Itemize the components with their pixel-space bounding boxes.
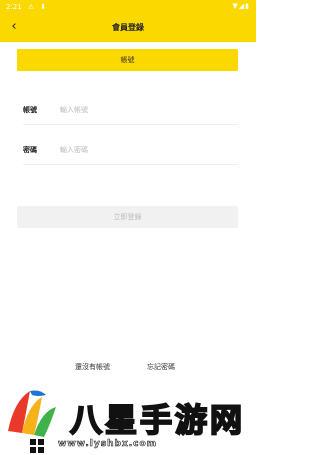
account-label: 帳號	[23, 106, 37, 114]
system-status-icons: ▼◢▮	[232, 2, 250, 10]
divider	[23, 124, 238, 125]
login-button[interactable]: 立即登錄	[17, 206, 238, 228]
password-input[interactable]	[60, 146, 210, 154]
tab-account[interactable]: 帳號	[17, 49, 238, 71]
tab-account-label: 帳號	[120, 56, 135, 64]
watermark-url: www.lyshbx.com	[58, 439, 158, 450]
account-input[interactable]	[60, 106, 210, 114]
password-row: 密碼	[23, 141, 233, 159]
nav-bar: ‹ 會員登錄	[0, 14, 256, 42]
status-time: 2:21	[6, 3, 22, 11]
notification-icons: ⚠ ⬇	[27, 3, 49, 11]
page-title: 會員登錄	[112, 23, 144, 32]
watermark: 八星手游网 www.lyshbx.com	[0, 383, 256, 455]
divider	[23, 164, 238, 165]
watermark-brand: 八星手游网	[69, 400, 246, 440]
password-label: 密碼	[23, 146, 37, 154]
register-link[interactable]: 還沒有帳號	[75, 362, 110, 372]
account-row: 帳號	[23, 101, 233, 119]
status-bar: 2:21 ⚠ ⬇ ▼◢▮	[0, 0, 256, 14]
footer-links: 還沒有帳號 忘記密碼	[0, 362, 256, 376]
forgot-password-link[interactable]: 忘記密碼	[147, 362, 175, 372]
